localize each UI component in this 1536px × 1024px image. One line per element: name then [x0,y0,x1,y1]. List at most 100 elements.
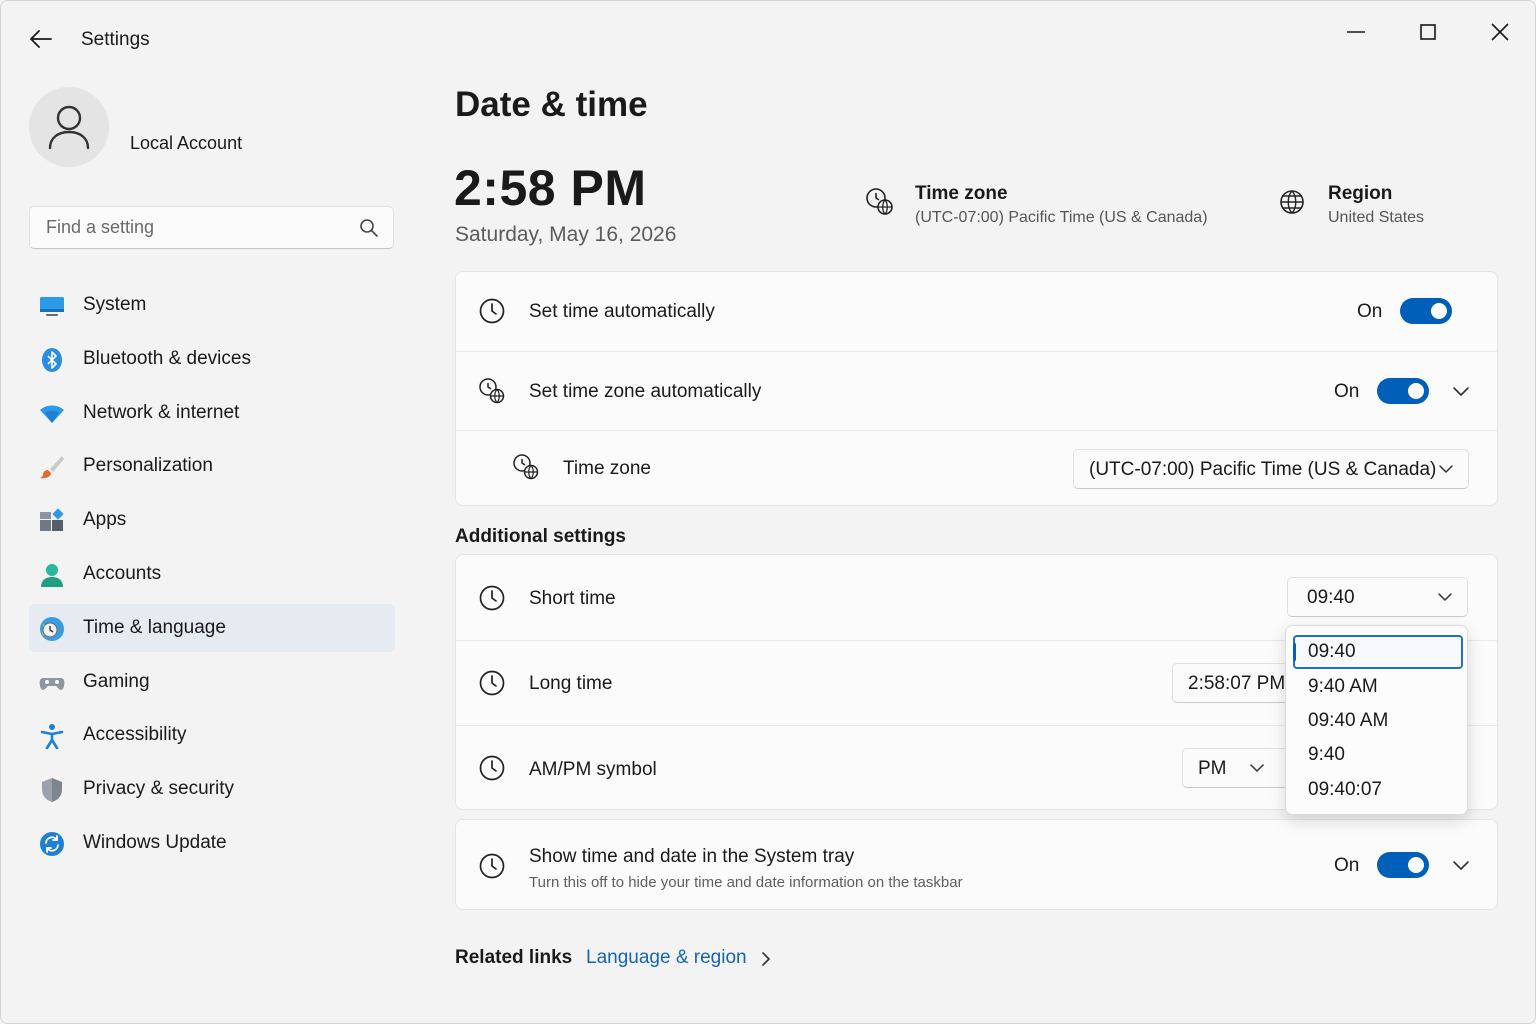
time-zone-label: Time zone [563,458,651,479]
current-time: 2:58 PM [454,160,647,216]
time-zone-dropdown[interactable]: (UTC-07:00) Pacific Time (US & Canada) [1073,449,1469,489]
avatar[interactable] [29,87,109,167]
page-title: Date & time [455,85,648,124]
sidebar-item-label: Privacy & security [83,778,234,800]
short-time-value: 09:40 [1307,587,1355,608]
sidebar-item-windows-update[interactable]: Windows Update [29,819,395,867]
clock-icon [479,670,505,696]
person-icon [48,105,90,150]
sidebar-item-label: Gaming [83,670,150,692]
clock-icon [479,585,505,611]
chevron-down-icon[interactable] [1450,854,1472,876]
sidebar-nav: System Bluetooth & devices Network & int… [29,281,395,873]
sidebar-item-label: Time & language [83,616,226,638]
region-info-title: Region [1328,183,1393,204]
globe-clock-icon [513,454,539,480]
timezone-info-value: (UTC-07:00) Pacific Time (US & Canada) [915,209,1208,226]
globe-icon [1280,190,1304,214]
short-time-option[interactable]: 9:40 [1286,738,1467,772]
sidebar-item-gaming[interactable]: Gaming [29,658,395,706]
short-time-option[interactable]: 9:40 AM [1286,670,1467,704]
minimize-icon [1347,31,1365,33]
short-time-option[interactable]: 09:40:07 [1286,773,1467,807]
search-input[interactable] [30,207,350,248]
clock-icon [479,755,505,781]
time-zone-row: Time zone (UTC-07:00) Pacific Time (US &… [456,431,1497,507]
chevron-down-icon [1439,465,1453,473]
globe-clock-icon [40,616,64,641]
system-tray-label: Show time and date in the System tray [529,846,855,867]
clock-icon [479,298,505,324]
maximize-button[interactable] [1404,15,1452,49]
short-time-options-list: 09:40 9:40 AM 09:40 AM 9:40 09:40:07 [1285,625,1468,815]
clock-icon [479,853,505,879]
ampm-label: AM/PM symbol [529,759,657,780]
set-time-auto-label: Set time automatically [529,301,715,322]
short-time-dropdown[interactable]: 09:40 [1287,577,1468,617]
chevron-right-icon[interactable] [757,949,775,969]
sidebar-item-personalization[interactable]: Personalization [29,442,395,490]
sidebar-item-network[interactable]: Network & internet [29,389,395,437]
sidebar-item-apps[interactable]: Apps [29,496,395,544]
person-icon [41,563,63,587]
sidebar-item-label: Windows Update [83,831,227,853]
arrow-left-icon [30,30,52,48]
set-timezone-auto-label: Set time zone automatically [529,381,762,402]
sidebar-item-label: Bluetooth & devices [83,347,251,369]
back-button[interactable] [25,23,57,55]
additional-settings-heading: Additional settings [455,526,626,547]
chevron-down-icon [1250,764,1264,772]
short-time-label: Short time [529,588,616,609]
sidebar-item-label: Personalization [83,455,213,477]
long-time-label: Long time [529,673,613,694]
update-icon [40,831,64,856]
maximize-icon [1420,24,1436,40]
sidebar-item-accessibility[interactable]: Accessibility [29,711,395,759]
system-tray-description: Turn this off to hide your time and date… [529,874,963,891]
sidebar-item-label: System [83,294,147,315]
timezone-info-title: Time zone [915,183,1008,204]
globe-clock-icon [479,378,505,404]
set-timezone-auto-toggle[interactable] [1377,378,1429,404]
apps-icon [40,508,64,532]
accessibility-icon [40,724,64,750]
set-time-auto-row: Set time automatically On [456,272,1497,351]
wifi-icon [40,405,64,423]
sidebar-item-time-language[interactable]: Time & language [29,603,395,652]
sidebar-item-privacy[interactable]: Privacy & security [29,765,395,813]
system-tray-card: Show time and date in the System tray Tu… [455,819,1498,910]
region-info-value: United States [1328,209,1425,226]
gamepad-icon [39,677,65,690]
brush-icon [40,456,64,479]
sidebar-item-bluetooth[interactable]: Bluetooth & devices [29,335,395,383]
set-time-auto-toggle[interactable] [1400,298,1452,324]
language-region-link[interactable]: Language & region [586,947,747,969]
sidebar-item-label: Apps [83,509,127,531]
system-icon [40,297,64,316]
search-box[interactable] [29,206,394,249]
close-icon [1491,23,1509,41]
related-links-label: Related links [455,947,573,968]
system-tray-state: On [1334,855,1360,876]
short-time-option[interactable]: 09:40 [1293,635,1463,669]
set-time-auto-state: On [1357,301,1383,322]
search-icon[interactable] [359,218,379,238]
time-settings-card: Set time automatically On Set time zone … [455,271,1498,506]
set-timezone-auto-state: On [1334,381,1360,402]
time-zone-value: (UTC-07:00) Pacific Time (US & Canada) [1089,459,1437,480]
chevron-down-icon[interactable] [1450,380,1472,402]
sidebar-item-label: Network & internet [83,401,240,423]
close-button[interactable] [1476,15,1524,49]
sidebar-item-accounts[interactable]: Accounts [29,550,395,598]
globe-clock-icon [866,188,893,215]
shield-icon [42,778,62,803]
sidebar-item-system[interactable]: System [29,281,395,329]
system-tray-toggle[interactable] [1377,852,1429,878]
sidebar-item-label: Accounts [83,562,162,584]
bluetooth-icon [42,347,62,372]
set-timezone-auto-row[interactable]: Set time zone automatically On [456,352,1497,430]
short-time-option[interactable]: 09:40 AM [1286,704,1467,738]
current-date: Saturday, May 16, 2026 [455,223,677,246]
long-time-value: 2:58:07 PM [1188,673,1286,694]
minimize-button[interactable] [1332,15,1380,49]
